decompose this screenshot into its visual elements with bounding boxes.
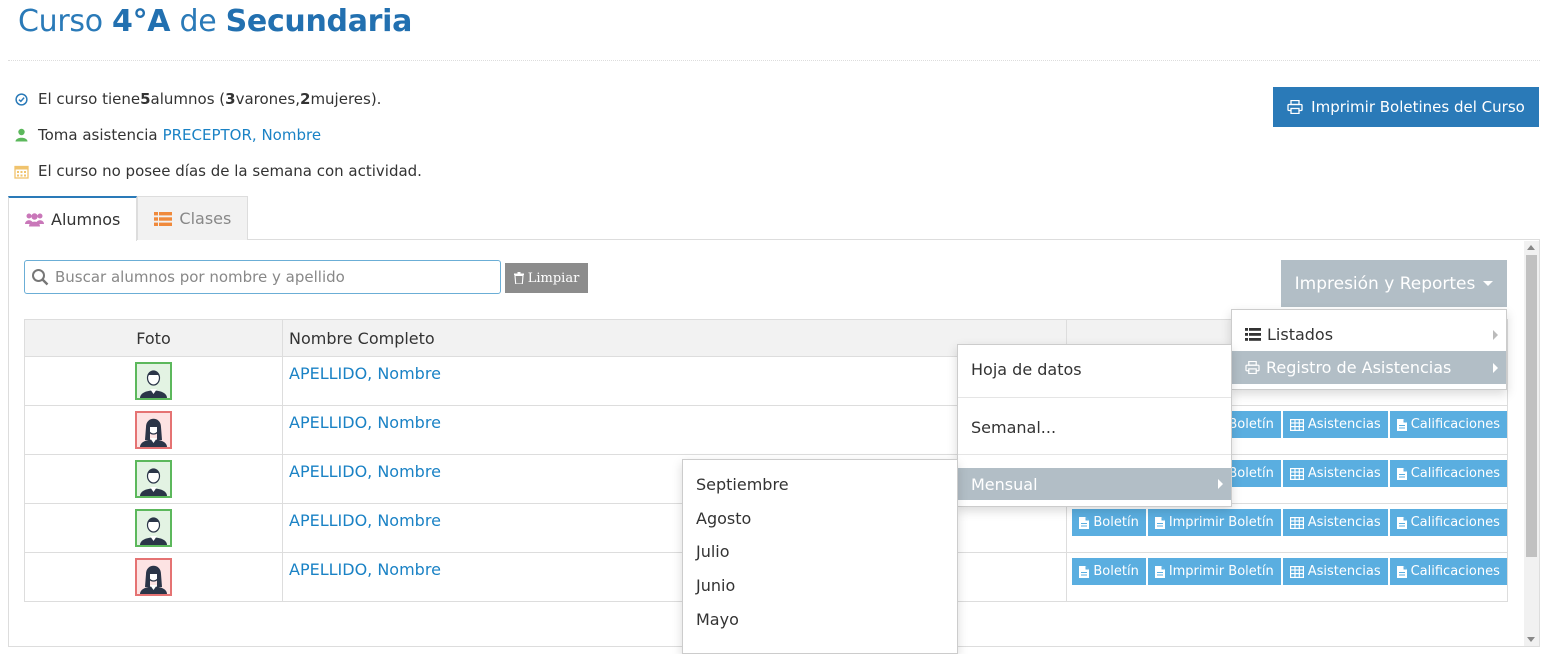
- file-icon: [1154, 565, 1165, 578]
- menu-divider: [958, 397, 1231, 398]
- panel-scrollbar[interactable]: [1524, 241, 1539, 646]
- attendance-taker-line: Toma asistencia PRECEPTOR, Nombre: [12, 126, 321, 144]
- asistencias-button[interactable]: Asistencias: [1282, 460, 1388, 487]
- table-row: APELLIDO, Nombre Boletín Asistencias Califi…: [24, 405, 1508, 455]
- users-icon: [25, 213, 44, 227]
- reports-menu: Listados Registro de Asistencias: [1231, 309, 1507, 390]
- tab-clases[interactable]: Clases: [137, 196, 249, 240]
- student-name-link[interactable]: APELLIDO, Nombre: [289, 413, 441, 432]
- boletin-button[interactable]: Boletín: [1072, 509, 1146, 536]
- file-icon: [1396, 565, 1407, 578]
- menu-item-month[interactable]: Septiembre: [696, 475, 789, 494]
- menu-item-month[interactable]: Mayo: [696, 610, 739, 629]
- list-icon: [154, 211, 173, 226]
- caret-down-icon: [1483, 281, 1494, 286]
- column-header-foto: Foto: [24, 319, 283, 357]
- menu-item-month[interactable]: Agosto: [696, 509, 751, 528]
- calificaciones-button[interactable]: Calificaciones: [1389, 509, 1507, 536]
- check-circle-icon: [12, 90, 30, 108]
- months-submenu: Septiembre Agosto Julio Junio Mayo: [682, 459, 958, 654]
- search-box: [24, 260, 501, 294]
- file-icon: [1396, 418, 1407, 431]
- scroll-up-arrow-icon[interactable]: [1527, 245, 1535, 250]
- file-icon: [1079, 516, 1090, 529]
- calificaciones-button[interactable]: Calificaciones: [1389, 460, 1507, 487]
- menu-item-month[interactable]: Julio: [696, 542, 730, 561]
- file-icon: [1396, 516, 1407, 529]
- photo-cell: [24, 356, 283, 406]
- tab-bar: Alumnos Clases: [8, 196, 249, 241]
- menu-item-hoja-de-datos[interactable]: Hoja de datos: [958, 353, 1231, 385]
- scrollbar-thumb[interactable]: [1526, 255, 1537, 557]
- calendar-icon: [12, 162, 30, 180]
- menu-item-registro-asistencias[interactable]: Registro de Asistencias: [1232, 351, 1506, 384]
- asistencias-button[interactable]: Asistencias: [1282, 558, 1388, 585]
- search-input[interactable]: [55, 268, 485, 286]
- avatar: [135, 411, 172, 449]
- table-icon: [1289, 418, 1304, 431]
- search-icon: [32, 269, 49, 286]
- menu-divider: [958, 454, 1231, 455]
- boletin-button[interactable]: Boletín: [1072, 558, 1146, 585]
- print-boletin-button[interactable]: Imprimir Boletín: [1147, 509, 1281, 536]
- print-course-reports-button[interactable]: Imprimir Boletines del Curso: [1273, 87, 1539, 127]
- asistencias-button[interactable]: Asistencias: [1282, 509, 1388, 536]
- photo-cell: [24, 454, 283, 504]
- file-icon: [1396, 467, 1407, 480]
- table-icon: [1289, 565, 1304, 578]
- student-name-link[interactable]: APELLIDO, Nombre: [289, 364, 441, 383]
- menu-item-month[interactable]: Junio: [696, 576, 735, 595]
- student-name-link[interactable]: APELLIDO, Nombre: [289, 462, 441, 481]
- print-boletin-button[interactable]: Imprimir Boletín: [1147, 558, 1281, 585]
- name-cell: APELLIDO, Nombre: [281, 356, 1068, 406]
- avatar: [135, 460, 172, 498]
- menu-item-listados[interactable]: Listados: [1232, 318, 1506, 351]
- calificaciones-button[interactable]: Calificaciones: [1389, 411, 1507, 438]
- actions-cell: Boletín Imprimir Boletín Asistencias Califi…: [1066, 503, 1508, 553]
- student-name-link[interactable]: APELLIDO, Nombre: [289, 511, 441, 530]
- avatar: [135, 362, 172, 400]
- list-icon: [1245, 328, 1261, 341]
- reports-dropdown-button[interactable]: Impresión y Reportes: [1281, 260, 1507, 307]
- preceptor-link[interactable]: PRECEPTOR, Nombre: [163, 126, 321, 144]
- student-count-line: El curso tiene 5 alumnos (3 varones, 2 m…: [12, 90, 381, 108]
- user-icon: [12, 126, 30, 144]
- submenu-arrow-icon: [1493, 329, 1498, 340]
- avatar: [135, 509, 172, 547]
- title-divider: [8, 60, 1540, 61]
- file-icon: [1079, 565, 1090, 578]
- page-title: Curso 4°A de Secundaria: [18, 4, 413, 39]
- print-icon: [1287, 100, 1303, 114]
- avatar: [135, 558, 172, 596]
- print-boletin-button[interactable]: Boletín: [1226, 460, 1281, 487]
- print-boletin-button[interactable]: Boletín: [1226, 411, 1281, 438]
- file-icon: [1154, 516, 1165, 529]
- menu-item-semanal[interactable]: Semanal...: [958, 411, 1231, 443]
- submenu-arrow-icon: [1493, 362, 1498, 373]
- actions-cell: Boletín Imprimir Boletín Asistencias Califi…: [1066, 552, 1508, 602]
- submenu-arrow-icon: [1218, 479, 1223, 489]
- table-icon: [1289, 516, 1304, 529]
- asistencias-button[interactable]: Asistencias: [1282, 411, 1388, 438]
- attendance-submenu: Hoja de datos Semanal... Mensual: [957, 344, 1232, 507]
- photo-cell: [24, 405, 283, 455]
- weekdays-line: El curso no posee días de la semana con …: [12, 162, 422, 180]
- tab-alumnos[interactable]: Alumnos: [8, 196, 138, 241]
- name-cell: APELLIDO, Nombre: [281, 405, 1068, 455]
- calificaciones-button[interactable]: Calificaciones: [1389, 558, 1507, 585]
- student-name-link[interactable]: APELLIDO, Nombre: [289, 560, 441, 579]
- photo-cell: [24, 552, 283, 602]
- table-icon: [1289, 467, 1304, 480]
- print-icon: [1245, 361, 1260, 374]
- menu-item-mensual[interactable]: Mensual: [958, 468, 1231, 500]
- clear-search-button[interactable]: Limpiar: [505, 263, 588, 293]
- trash-icon: [513, 272, 524, 284]
- column-header-nombre: Nombre Completo: [281, 319, 1068, 357]
- photo-cell: [24, 503, 283, 553]
- scroll-down-arrow-icon[interactable]: [1527, 637, 1535, 642]
